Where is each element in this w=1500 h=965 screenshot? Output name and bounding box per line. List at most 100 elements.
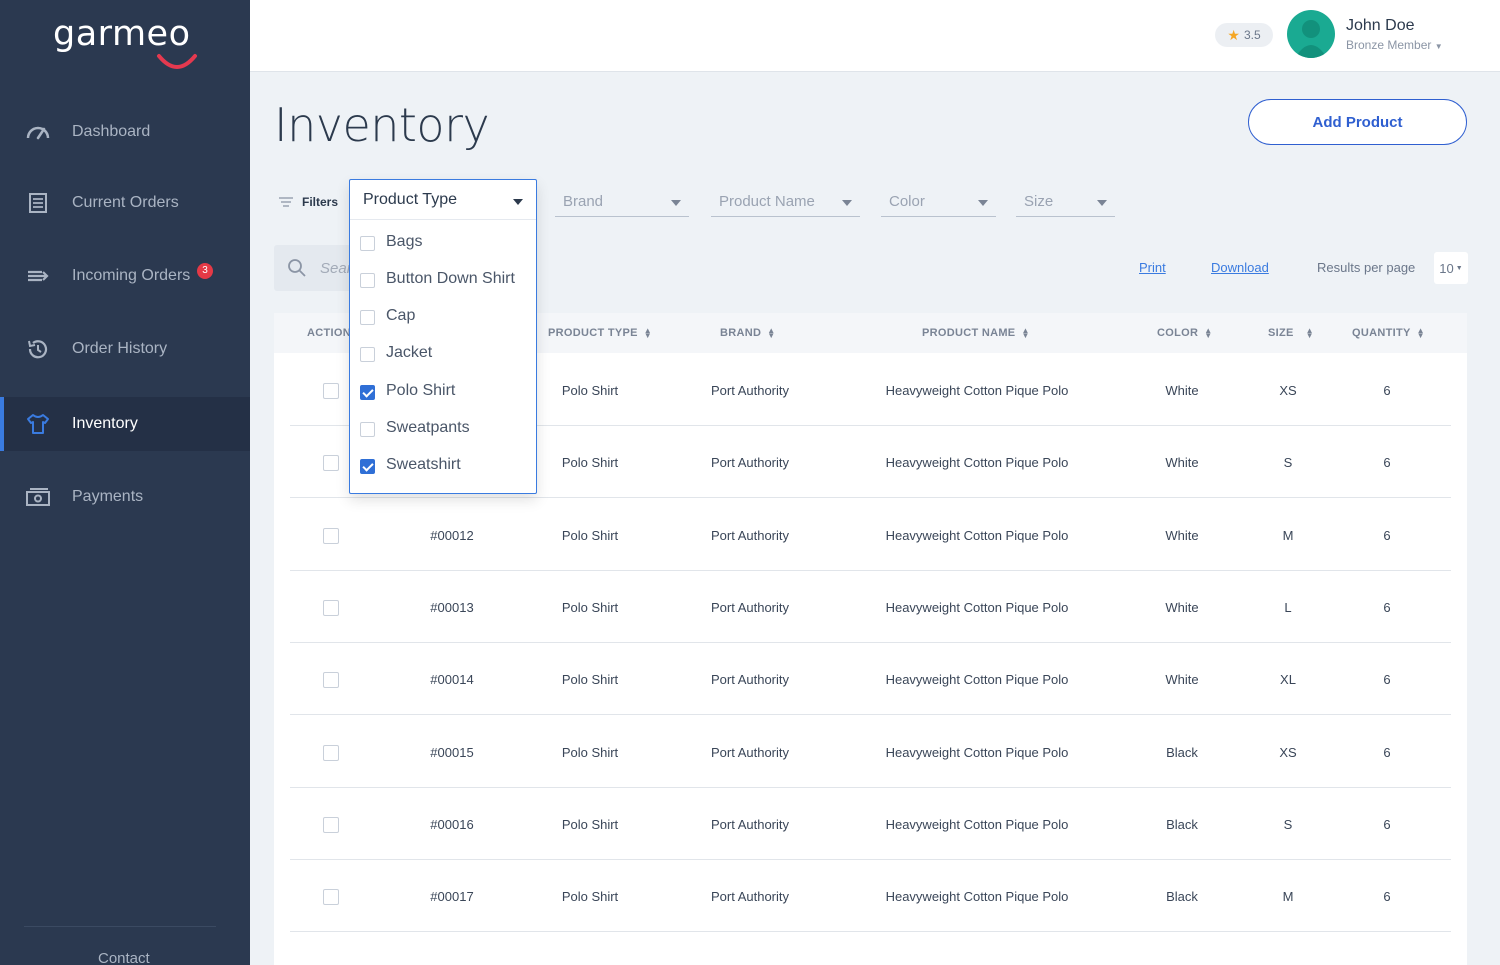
- cell-size: L: [1284, 599, 1292, 615]
- cell-quantity: 6: [1383, 455, 1391, 471]
- results-per-page-label: Results per page: [1317, 260, 1416, 275]
- cell-color: White: [1165, 383, 1199, 398]
- table-row[interactable]: #00016 Polo Shirt Port Authority Heavyweigh…: [290, 788, 1451, 860]
- cell-color: White: [1165, 599, 1199, 615]
- column-header-color[interactable]: COLOR ▲ ▼: [1157, 326, 1213, 341]
- cell-product-type: Polo Shirt: [561, 889, 619, 905]
- column-header-label: BRAND: [720, 327, 762, 339]
- sort-icon: ▲ ▼: [1305, 326, 1314, 341]
- sidebar-item-label: Dashboard: [72, 123, 151, 140]
- cell-color: Black: [1166, 744, 1198, 760]
- table-row[interactable]: #00014 Polo Shirt Port Authority Heavyweigh…: [290, 643, 1451, 716]
- option-jacket[interactable]: Jacket: [350, 336, 536, 372]
- sidebar-item-current-orders[interactable]: Current Orders: [0, 176, 250, 230]
- cell-product-name: Heavyweight Cotton Pique Polo: [885, 599, 1069, 615]
- brand-filter[interactable]: Brand: [555, 185, 689, 217]
- sidebar-item-dashboard[interactable]: Dashboard: [0, 105, 250, 159]
- filters-label[interactable]: Filters: [278, 195, 338, 209]
- history-icon: [28, 340, 48, 359]
- cell-id: #00016: [430, 816, 474, 832]
- avatar[interactable]: [1287, 10, 1335, 58]
- cell-brand: Port Authority: [710, 889, 790, 905]
- checkbox[interactable]: [360, 310, 375, 325]
- sidebar-item-payments[interactable]: Payments: [0, 470, 250, 524]
- caret-down-icon: [842, 200, 852, 206]
- checkbox-checked[interactable]: [360, 385, 375, 400]
- checkbox[interactable]: [360, 236, 375, 251]
- table-row[interactable]: #00012 Polo Shirt Port Authority Heavyweigh…: [290, 499, 1451, 571]
- brand-filter-label: Brand: [563, 193, 604, 210]
- cell-size: S: [1283, 816, 1293, 832]
- checkbox[interactable]: [360, 422, 375, 437]
- caret-down-icon: [671, 200, 681, 206]
- checkbox-checked[interactable]: [360, 459, 375, 474]
- row-checkbox[interactable]: [323, 599, 339, 616]
- product-type-dropdown[interactable]: Product Type Bags Button Down Shirt Cap …: [349, 179, 537, 494]
- product-type-dropdown-header[interactable]: Product Type: [350, 180, 536, 220]
- cell-brand: Port Authority: [710, 672, 790, 688]
- chevron-down-icon: ▼: [1434, 42, 1443, 51]
- row-checkbox[interactable]: [323, 383, 339, 399]
- row-checkbox[interactable]: [323, 527, 339, 544]
- cell-product-name: Heavyweight Cotton Pique Polo: [885, 889, 1069, 905]
- download-link[interactable]: Download: [1211, 260, 1269, 275]
- cell-product-name: Heavyweight Cotton Pique Polo: [885, 527, 1069, 543]
- garmeo-logo[interactable]: garmeo: [53, 14, 198, 69]
- column-header-brand[interactable]: BRAND ▲ ▼: [720, 326, 776, 341]
- color-filter[interactable]: Color: [881, 185, 996, 217]
- sidebar-item-order-history[interactable]: Order History: [0, 322, 250, 376]
- sidebar-item-label: Inventory: [72, 415, 138, 432]
- cell-brand: Port Authority: [710, 383, 790, 398]
- checkbox[interactable]: [360, 347, 375, 362]
- search-input[interactable]: Search: [274, 245, 368, 291]
- sidebar-item-inventory[interactable]: Inventory: [0, 397, 250, 451]
- cell-size: M: [1282, 527, 1294, 543]
- add-product-button[interactable]: Add Product: [1248, 99, 1467, 145]
- table-row[interactable]: #00013 Polo Shirt Port Authority Heavyweigh…: [290, 571, 1451, 643]
- results-per-page-select[interactable]: 10 ▼: [1434, 252, 1468, 284]
- column-header-size[interactable]: SIZE ▲ ▼: [1268, 326, 1314, 341]
- money-icon: [26, 488, 50, 506]
- option-sweatshirt[interactable]: Sweatshirt: [350, 448, 536, 484]
- column-header-label: ACTION: [307, 327, 351, 339]
- sidebar-item-incoming-orders[interactable]: Incoming Orders: [0, 249, 250, 303]
- row-checkbox[interactable]: [323, 816, 339, 833]
- cell-color: Black: [1166, 816, 1198, 832]
- column-header-product-name[interactable]: PRODUCT NAME ▲ ▼: [922, 327, 1030, 340]
- table-row[interactable]: #00015 Polo Shirt Port Authority Heavyweigh…: [290, 716, 1451, 788]
- column-header-quantity[interactable]: QUANTITY ▲ ▼: [1352, 327, 1425, 340]
- user-name[interactable]: John Doe: [1346, 17, 1415, 35]
- caret-down-icon: [513, 199, 523, 205]
- table-row[interactable]: #00017 Polo Shirt Port Authority Heavyweigh…: [290, 860, 1451, 933]
- clipboard-list-icon: [29, 193, 47, 213]
- option-cap[interactable]: Cap: [350, 299, 536, 335]
- cell-id: #00014: [430, 672, 474, 688]
- product-name-filter[interactable]: Product Name: [711, 185, 860, 217]
- row-checkbox[interactable]: [323, 744, 339, 761]
- option-bags[interactable]: Bags: [350, 225, 536, 261]
- sort-icon: ▲ ▼: [767, 326, 776, 341]
- print-link[interactable]: Print: [1139, 260, 1166, 275]
- caret-down-icon: ▼: [1455, 264, 1463, 272]
- size-filter[interactable]: Size: [1016, 185, 1115, 217]
- column-header-product-type[interactable]: PRODUCT TYPE ▲ ▼: [548, 327, 652, 340]
- row-checkbox[interactable]: [323, 889, 339, 906]
- option-label: Cap: [386, 307, 416, 324]
- color-filter-label: Color: [889, 193, 925, 210]
- option-label: Sweatshirt: [386, 456, 461, 473]
- option-sweatpants[interactable]: Sweatpants: [350, 411, 536, 447]
- checkbox[interactable]: [360, 273, 375, 288]
- contact-link[interactable]: Contact: [98, 950, 150, 965]
- user-level[interactable]: Bronze Member ▼: [1346, 38, 1443, 52]
- option-button-down-shirt[interactable]: Button Down Shirt: [350, 262, 536, 298]
- row-checkbox[interactable]: [323, 455, 339, 472]
- size-filter-label: Size: [1024, 193, 1054, 210]
- cell-product-name: Heavyweight Cotton Pique Polo: [885, 672, 1069, 688]
- row-checkbox[interactable]: [323, 672, 339, 689]
- option-polo-shirt[interactable]: Polo Shirt: [350, 374, 536, 410]
- cell-quantity: 6: [1383, 527, 1391, 543]
- option-label: Button Down Shirt: [386, 270, 515, 287]
- cell-color: White: [1165, 672, 1199, 688]
- sort-icon: ▲ ▼: [1204, 326, 1213, 341]
- cell-product-type: Polo Shirt: [561, 383, 619, 398]
